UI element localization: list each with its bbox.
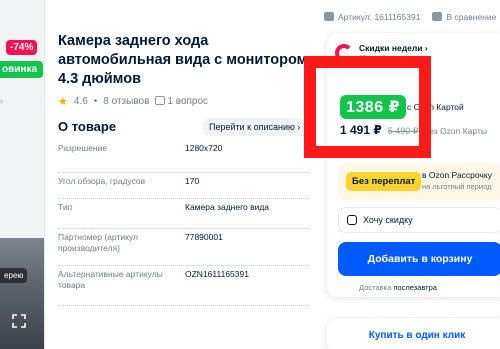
promo-badge: овинка — [0, 61, 44, 78]
product-gallery[interactable]: -74% овинка › ерею — [0, 0, 44, 349]
delivery-info: Доставка послезавтра — [338, 283, 458, 292]
questions-link[interactable]: 1 вопрос — [155, 96, 208, 107]
questions-label: 1 вопрос — [167, 96, 209, 107]
reviews-link[interactable]: 8 отзывов — [103, 96, 149, 107]
no-overpay-badge: Без переплат — [346, 172, 422, 191]
about-title: О товаре — [58, 119, 117, 134]
fullscreen-icon[interactable] — [12, 314, 26, 328]
compare-icon — [432, 12, 443, 21]
delivery-value: послезавтра — [393, 283, 437, 292]
article-value: 1611165391 — [374, 12, 421, 22]
spec-value: 77890001 — [185, 232, 223, 242]
star-icon: ★ — [58, 96, 68, 108]
spec-key: Партномер (артикул производителя) — [58, 232, 138, 253]
spec-key: Угол обзора, градусов — [58, 176, 146, 186]
rating-value[interactable]: 4.6 — [74, 96, 88, 107]
discount-badge: -74% — [6, 40, 38, 55]
separator-dot: • — [93, 96, 98, 107]
spec-value: OZN1611165391 — [185, 269, 249, 279]
buy-one-click-button[interactable]: Купить в один клик — [327, 318, 500, 349]
highlight-frame — [304, 56, 431, 158]
spec-row: Угол обзора, градусов 170 — [58, 173, 308, 199]
specs-list: Разрешение 1280x720 Угол обзора, градусов 1… — [58, 140, 308, 306]
rating-row: ★ 4.6 • 8 отзывов 1 вопрос — [58, 95, 208, 108]
no-card-label: без Ozon Карты — [424, 126, 487, 136]
article-label: Артикул: — [338, 12, 373, 22]
spec-row: Альтернативные артикулы товара OZN1611165… — [58, 266, 308, 306]
spec-value: Камера заднего вида — [185, 202, 270, 212]
want-discount-label: Хочу скидку — [363, 215, 413, 225]
spec-value: 1280x720 — [185, 143, 223, 153]
gallery-divider — [44, 0, 45, 349]
delivery-label: Доставка — [359, 283, 392, 292]
installment-banner[interactable]: Без переплат в Ozon Рассрочку на льготны… — [338, 163, 500, 201]
spec-value: 170 — [185, 176, 200, 186]
add-to-cart-button[interactable]: Добавить в корзину — [338, 242, 500, 276]
week-deals-title: Скидки недели › — [359, 43, 428, 53]
preview-label: ерею — [0, 268, 28, 283]
installment-title: в Ozon Рассрочку — [422, 170, 492, 180]
compare-label: В сравнение — [446, 12, 497, 22]
installment-subtitle: на льготный период — [422, 182, 492, 191]
go-to-description-button[interactable]: Перейти к описанию › — [203, 118, 307, 136]
spec-row: Партномер (артикул производителя) 7789000… — [58, 229, 308, 266]
top-info-bar: Артикул: 1611165391 В сравнение — [324, 12, 496, 22]
want-discount-button[interactable]: Хочу скидку — [338, 207, 500, 233]
discount-icon — [347, 215, 357, 225]
spec-key: Альтернативные артикулы товара — [58, 269, 163, 290]
copy-icon — [324, 12, 334, 21]
spec-row: Разрешение 1280x720 — [58, 140, 308, 173]
gallery-arrow-icon: › — [0, 96, 3, 106]
product-photo[interactable] — [0, 238, 44, 349]
spec-row: Тип Камера заднего вида — [58, 199, 308, 229]
compare-button[interactable]: В сравнение — [432, 12, 496, 22]
spec-key: Тип — [58, 202, 73, 212]
spec-key: Разрешение — [58, 143, 108, 153]
article-info[interactable]: Артикул: 1611165391 — [324, 12, 420, 22]
question-icon — [155, 96, 166, 105]
product-title: Камера заднего хода автомобильная вида с… — [58, 33, 308, 87]
installment-text: в Ozon Рассрочку на льготный период — [422, 170, 492, 192]
